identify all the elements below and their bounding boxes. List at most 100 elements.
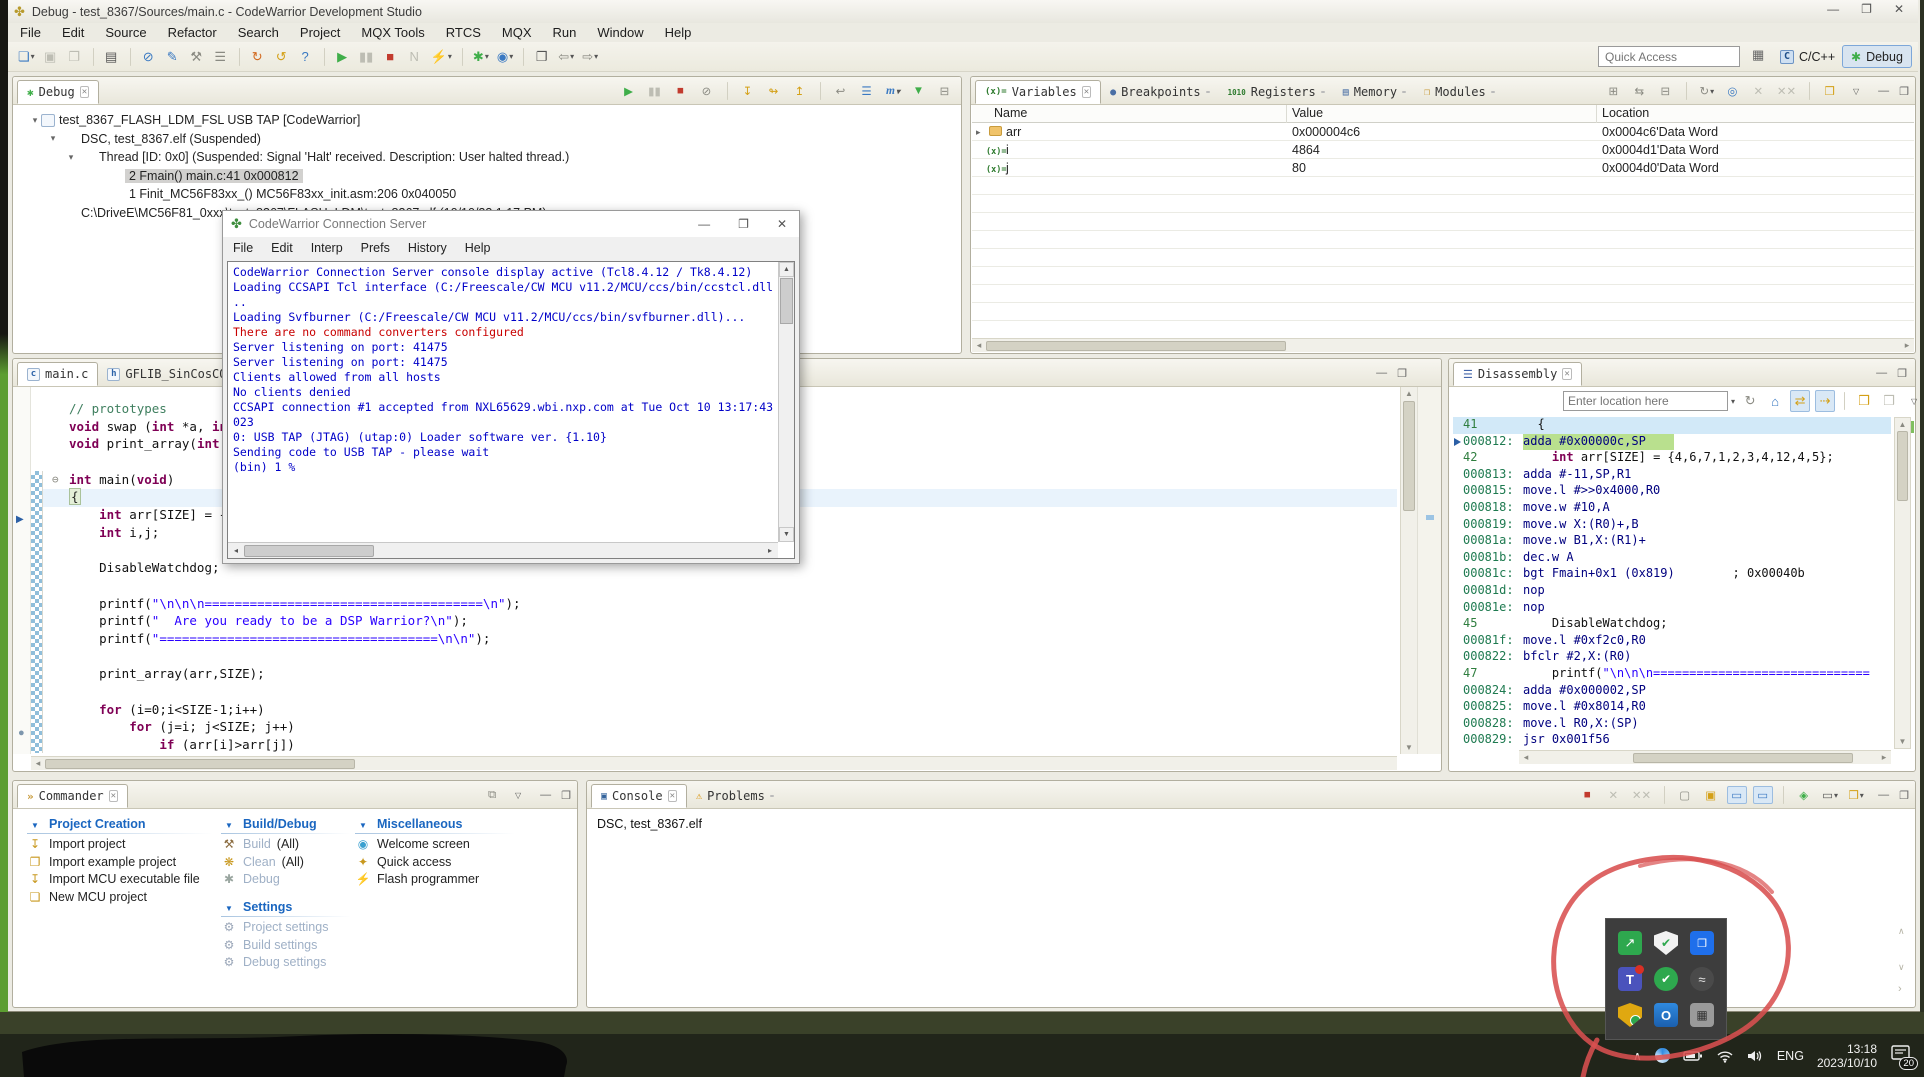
variables-toolbar-icon[interactable] bbox=[1809, 82, 1811, 100]
view-menu-icon[interactable]: ▽ bbox=[508, 786, 528, 804]
close-icon[interactable]: ✕ bbox=[108, 790, 119, 802]
variables-toolbar-icon[interactable]: ❒ bbox=[1820, 82, 1840, 100]
variables-toolbar-icon[interactable]: ⊞ bbox=[1604, 82, 1624, 100]
console-toolbar-icon[interactable]: ◈ bbox=[1794, 786, 1814, 804]
dialog-close-button[interactable]: ✕ bbox=[777, 217, 787, 231]
battery-icon[interactable] bbox=[1683, 1049, 1703, 1063]
console-toolbar-icon[interactable]: ▣ bbox=[1701, 786, 1721, 804]
menu-item[interactable]: MQX bbox=[502, 25, 532, 40]
commander-item[interactable]: Welcome screen bbox=[355, 836, 515, 854]
console-toolbar-icon[interactable]: ▢ bbox=[1675, 786, 1695, 804]
debug-toolbar-icon[interactable]: ⊟ bbox=[935, 82, 955, 100]
debug-toolbar-icon[interactable] bbox=[820, 82, 821, 100]
commander-item[interactable]: Debug bbox=[221, 871, 351, 889]
tray-icon[interactable]: ↗ bbox=[1618, 931, 1642, 955]
toolbar-icon[interactable]: ⇨ ▾ bbox=[580, 46, 600, 68]
perspective-debug-button[interactable]: ✱ Debug bbox=[1842, 45, 1912, 68]
close-icon[interactable] bbox=[1205, 91, 1210, 93]
menu-item[interactable]: RTCS bbox=[446, 25, 481, 40]
column-location[interactable]: Location bbox=[1602, 106, 1649, 120]
menu-item[interactable]: Help bbox=[665, 25, 692, 40]
tree-expander-icon[interactable]: ▾ bbox=[65, 152, 77, 163]
location-input[interactable] bbox=[1563, 391, 1728, 411]
tray-icon[interactable]: T bbox=[1618, 965, 1644, 991]
toolbar-icon[interactable]: ▣ bbox=[41, 46, 61, 68]
debug-toolbar-icon[interactable]: m ▾ bbox=[883, 82, 903, 100]
disassembly-toolbar-icon[interactable]: ↻ bbox=[1740, 390, 1760, 412]
editor-tab[interactable]: c main.c bbox=[17, 362, 99, 386]
toolbar-icon[interactable]: ⚒ bbox=[187, 46, 207, 68]
commander-item[interactable]: Build settings bbox=[221, 936, 351, 954]
maximize-panel-icon[interactable]: ❐ bbox=[561, 789, 571, 802]
debug-tree-row[interactable]: ▾ test_8367_FLASH_LDM_FSL USB TAP [CodeW… bbox=[15, 111, 959, 130]
tray-overflow-chevron-icon[interactable]: ∧ bbox=[1633, 1049, 1642, 1063]
variables-panel-tab[interactable]: (x)= Variables ✕ bbox=[975, 80, 1102, 104]
toolbar-icon[interactable]: ■ bbox=[381, 46, 401, 68]
dialog-menu-item[interactable]: History bbox=[408, 241, 447, 255]
commander-item[interactable]: Flash programmer bbox=[355, 871, 515, 889]
tcl-console-output[interactable]: CodeWarrior Connection Server console di… bbox=[233, 265, 774, 540]
taskbar-clock[interactable]: 13:18 2023/10/10 bbox=[1817, 1042, 1877, 1070]
variables-toolbar-icon[interactable]: ✕ bbox=[1749, 82, 1769, 100]
language-indicator[interactable]: ENG bbox=[1777, 1049, 1804, 1063]
debug-tree-row[interactable]: 1 Finit_MC56F83xx_() MC56F83xx_init.asm:… bbox=[15, 185, 959, 204]
column-value[interactable]: Value bbox=[1292, 106, 1323, 120]
debug-toolbar-icon[interactable]: ▼ bbox=[909, 82, 929, 100]
perspective-grid-icon[interactable]: ▦ bbox=[1752, 47, 1764, 63]
close-icon[interactable]: ✕ bbox=[1081, 86, 1092, 98]
commander-item[interactable]: Settings bbox=[221, 898, 351, 916]
tcl-console[interactable]: CodeWarrior Connection Server console di… bbox=[227, 261, 795, 559]
commander-item[interactable]: Quick access bbox=[355, 853, 515, 871]
dialog-horizontal-scrollbar[interactable]: ◂ ▸ bbox=[228, 542, 778, 558]
commander-item[interactable]: Build/Debug bbox=[221, 815, 351, 833]
commander-item[interactable]: New MCU project bbox=[27, 888, 213, 906]
debug-toolbar-icon[interactable]: ▶ bbox=[619, 82, 639, 100]
toolbar-icon[interactable] bbox=[523, 47, 525, 66]
debug-toolbar-icon[interactable]: ☰ bbox=[857, 82, 877, 100]
menu-item[interactable]: MQX Tools bbox=[361, 25, 424, 40]
disassembly-horizontal-scrollbar[interactable]: ◂ ▸ bbox=[1519, 750, 1891, 764]
console-toolbar-icon[interactable] bbox=[1664, 786, 1666, 804]
console-panel-tab[interactable]: ▣ Console ✕ bbox=[591, 784, 688, 808]
debug-toolbar-icon[interactable]: ▮▮ bbox=[645, 82, 665, 100]
tray-icon[interactable]: ✔ bbox=[1654, 931, 1678, 955]
maximize-panel-icon[interactable]: ❐ bbox=[1397, 367, 1407, 380]
variables-panel-tab[interactable]: 1010 Registers bbox=[1219, 80, 1334, 104]
tray-icon[interactable]: O bbox=[1654, 1003, 1678, 1027]
close-icon[interactable] bbox=[1490, 91, 1495, 93]
minimize-panel-icon[interactable]: — bbox=[1878, 789, 1889, 802]
variables-panel-tab[interactable]: ❒ Modules bbox=[1415, 80, 1504, 104]
minimize-panel-icon[interactable]: — bbox=[1876, 367, 1887, 380]
toolbar-icon[interactable]: ▤ bbox=[102, 46, 122, 68]
toolbar-icon[interactable] bbox=[323, 47, 325, 66]
commander-toolbar-icon[interactable]: ⧉ bbox=[482, 786, 502, 804]
variables-panel-tab[interactable]: ● Breakpoints bbox=[1101, 80, 1219, 104]
menu-item[interactable]: Run bbox=[553, 25, 577, 40]
disassembly-toolbar-icon[interactable]: ❒ bbox=[1879, 390, 1899, 412]
menu-item[interactable]: Window bbox=[597, 25, 643, 40]
scrollbar-thumb[interactable] bbox=[1403, 401, 1415, 511]
debug-toolbar-icon[interactable]: ↥ bbox=[790, 82, 810, 100]
minimize-button[interactable]: — bbox=[1827, 2, 1839, 16]
tray-icon[interactable]: ▦ bbox=[1690, 1003, 1714, 1027]
toolbar-icon[interactable]: ✱ ▾ bbox=[471, 46, 491, 68]
tray-security-icon[interactable] bbox=[1654, 1048, 1670, 1063]
toolbar-icon[interactable]: ? bbox=[296, 46, 316, 68]
disassembly-listing[interactable]: 41 {000812: adda #0x00000c,SP 42 int arr[S… bbox=[1453, 417, 1891, 749]
variables-table[interactable]: ▸ arr 0x000004c6 0x0004c6'Data Word (x)=… bbox=[972, 123, 1914, 337]
toolbar-icon[interactable] bbox=[129, 47, 131, 66]
variable-row[interactable]: ▸ arr 0x000004c6 0x0004c6'Data Word bbox=[972, 123, 1914, 141]
variable-row[interactable]: (x)= j 80 0x0004d0'Data Word bbox=[972, 159, 1914, 177]
close-icon[interactable]: ✕ bbox=[667, 790, 678, 802]
toolbar-icon[interactable]: ▮▮ bbox=[357, 46, 377, 68]
close-icon[interactable] bbox=[769, 795, 774, 797]
disassembly-vertical-scrollbar[interactable]: ▲ ▼ bbox=[1894, 417, 1911, 749]
dialog-minimize-button[interactable]: — bbox=[698, 217, 710, 231]
disassembly-toolbar-icon[interactable]: ⇢ bbox=[1815, 390, 1836, 412]
disassembly-toolbar-icon[interactable]: ⇄ bbox=[1790, 390, 1811, 412]
toolbar-icon[interactable]: ▶ bbox=[333, 46, 353, 68]
toolbar-icon[interactable]: ❐ bbox=[65, 46, 85, 68]
console-toolbar-icon[interactable]: ✕ bbox=[1604, 786, 1624, 804]
commander-item[interactable]: Import MCU executable file bbox=[27, 871, 213, 889]
commander-item[interactable]: Import project bbox=[27, 836, 213, 854]
